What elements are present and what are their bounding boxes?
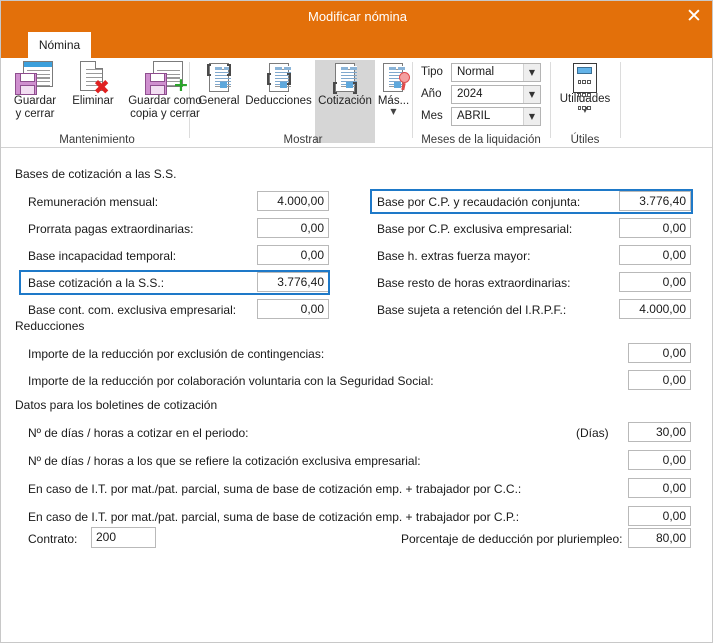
label-base-incapacidad-temporal: Base incapacidad temporal: xyxy=(28,249,176,263)
save-as-copy-icon: + xyxy=(143,61,187,95)
label-reduccion-exclusion-contingencias: Importe de la reducción por exclusión de… xyxy=(28,347,324,361)
label-dias-horas-cotizacion-exclusiva-empresarial: Nº de días / horas a los que se refiere … xyxy=(28,454,421,468)
label-base-cont-com-exclusiva-empresarial: Base cont. com. exclusiva empresarial: xyxy=(28,303,236,317)
input-base-cp-exclusiva-empresarial[interactable]: 0,00 xyxy=(619,218,691,238)
input-contrato[interactable]: 200 xyxy=(91,527,156,548)
input-base-incapacidad-temporal[interactable]: 0,00 xyxy=(257,245,329,265)
section-title-reducciones: Reducciones xyxy=(15,319,84,333)
section-title-boletines: Datos para los boletines de cotización xyxy=(15,398,217,412)
ribbon-group-label-mantenimiento: Mantenimiento xyxy=(7,134,187,146)
ribbon-group-label-utiles: Útiles xyxy=(554,134,616,146)
combo-tipo-chevron-down-icon[interactable]: ▼ xyxy=(523,64,540,81)
label-contrato: Contrato: xyxy=(28,532,77,546)
combo-tipo-value: Normal xyxy=(457,66,494,78)
ribbon: Guardar y cerrar ✖ Eliminar + Guar xyxy=(1,58,713,148)
section-title-bases: Bases de cotización a las S.S. xyxy=(15,167,176,181)
combo-ano[interactable]: 2024 ▼ xyxy=(451,85,541,104)
combo-ano-chevron-down-icon[interactable]: ▼ xyxy=(523,86,540,103)
show-mas-chevron-down-icon[interactable]: ▼ xyxy=(376,108,411,116)
input-it-mat-pat-parcial-cc[interactable]: 0,00 xyxy=(628,478,691,498)
label-base-sujeta-retencion-irpf: Base sujeta a retención del I.R.P.F.: xyxy=(377,303,566,317)
input-base-h-extras-fuerza-mayor[interactable]: 0,00 xyxy=(619,245,691,265)
label-it-mat-pat-parcial-cp: En caso de I.T. por mat./pat. parcial, s… xyxy=(28,510,519,524)
label-dias-horas-cotizar-periodo: Nº de días / horas a cotizar en el perio… xyxy=(28,426,249,440)
ribbon-group-label-meses: Meses de la liquidación xyxy=(417,134,545,146)
save-and-close-label-line1: Guardar xyxy=(7,95,63,108)
input-reduccion-exclusion-contingencias[interactable]: 0,00 xyxy=(628,343,691,363)
show-general-button[interactable]: General xyxy=(196,63,242,108)
combo-mes-chevron-down-icon[interactable]: ▼ xyxy=(523,108,540,125)
save-as-copy-label-line1: Guardar como xyxy=(123,95,207,108)
input-base-cont-com-exclusiva-empresarial[interactable]: 0,00 xyxy=(257,299,329,319)
label-base-resto-horas-extraordinarias: Base resto de horas extraordinarias: xyxy=(377,276,570,290)
label-prorrata-pagas-extraordinarias: Prorrata pagas extraordinarias: xyxy=(28,222,193,236)
show-general-label: General xyxy=(196,95,242,108)
calculator-icon xyxy=(573,63,597,93)
save-as-copy-label-line2: copia y cerrar xyxy=(123,108,207,121)
form-body: Bases de cotización a las S.S. Remunerac… xyxy=(1,148,713,643)
input-base-sujeta-retencion-irpf[interactable]: 4.000,00 xyxy=(619,299,691,319)
save-and-close-label-line2: y cerrar xyxy=(7,108,63,121)
tab-nomina[interactable]: Nómina xyxy=(28,32,91,58)
ribbon-separator-4 xyxy=(620,62,621,138)
input-reduccion-colaboracion-voluntaria[interactable]: 0,00 xyxy=(628,370,691,390)
input-base-cp-recaudacion-conjunta[interactable]: 3.776,40 xyxy=(619,191,691,211)
input-dias-horas-cotizacion-exclusiva-empresarial[interactable]: 0,00 xyxy=(628,450,691,470)
input-pluriempleo[interactable]: 80,00 xyxy=(628,528,691,548)
label-it-mat-pat-parcial-cc: En caso de I.T. por mat./pat. parcial, s… xyxy=(28,482,521,496)
save-and-close-icon xyxy=(13,61,57,95)
ribbon-separator-2 xyxy=(412,62,413,138)
combo-ano-value: 2024 xyxy=(457,88,483,100)
window-title: Modificar nómina xyxy=(1,1,713,32)
label-base-cp-exclusiva-empresarial: Base por C.P. exclusiva empresarial: xyxy=(377,222,572,236)
combo-label-tipo: Tipo xyxy=(421,66,443,78)
combo-tipo[interactable]: Normal ▼ xyxy=(451,63,541,82)
unit-dias: (Días) xyxy=(576,426,609,440)
show-deducciones-label: Deducciones xyxy=(242,95,315,108)
show-deducciones-button[interactable]: Deducciones xyxy=(242,63,315,108)
label-reduccion-colaboracion-voluntaria: Importe de la reducción por colaboración… xyxy=(28,374,434,388)
utilidades-button[interactable]: Utilidades ▼ xyxy=(554,63,616,114)
input-prorrata-pagas-extraordinarias[interactable]: 0,00 xyxy=(257,218,329,238)
combo-label-ano: Año xyxy=(421,88,441,100)
modificar-nomina-window: Modificar nómina ✕ Nómina Guardar y cerr… xyxy=(0,0,713,643)
report-general-icon xyxy=(206,63,232,95)
save-and-close-button[interactable]: Guardar y cerrar xyxy=(7,61,63,121)
report-deductions-icon xyxy=(266,63,292,95)
delete-button[interactable]: ✖ Eliminar xyxy=(64,61,122,108)
input-base-cotizacion-ss[interactable]: 3.776,40 xyxy=(257,272,329,292)
show-cotizacion-label: Cotización xyxy=(315,95,375,108)
label-base-cp-recaudacion-conjunta: Base por C.P. y recaudación conjunta: xyxy=(377,195,580,209)
combo-mes[interactable]: ABRIL ▼ xyxy=(451,107,541,126)
label-pluriempleo: Porcentaje de deducción por pluriempleo: xyxy=(401,532,622,546)
combo-mes-value: ABRIL xyxy=(457,110,490,122)
label-base-cotizacion-ss: Base cotización a la S.S.: xyxy=(28,276,164,290)
title-bar: Modificar nómina ✕ xyxy=(1,1,713,32)
input-base-resto-horas-extraordinarias[interactable]: 0,00 xyxy=(619,272,691,292)
combo-label-mes: Mes xyxy=(421,110,443,122)
ribbon-separator-3 xyxy=(550,62,551,138)
input-remuneracion-mensual[interactable]: 4.000,00 xyxy=(257,191,329,211)
report-contribution-icon xyxy=(332,63,358,95)
tab-strip: Nómina xyxy=(1,32,713,58)
show-mas-button[interactable]: Más... ▼ xyxy=(376,63,411,116)
input-it-mat-pat-parcial-cp[interactable]: 0,00 xyxy=(628,506,691,526)
report-more-seal-icon xyxy=(380,63,408,95)
save-as-copy-and-close-button[interactable]: + Guardar como copia y cerrar xyxy=(123,61,207,121)
close-icon[interactable]: ✕ xyxy=(680,3,708,29)
input-dias-horas-cotizar-periodo[interactable]: 30,00 xyxy=(628,422,691,442)
label-remuneracion-mensual: Remuneración mensual: xyxy=(28,195,158,209)
delete-icon: ✖ xyxy=(78,61,108,95)
show-cotizacion-button[interactable]: Cotización xyxy=(315,60,375,143)
ribbon-group-label-mostrar: Mostrar xyxy=(196,134,410,146)
label-base-h-extras-fuerza-mayor: Base h. extras fuerza mayor: xyxy=(377,249,530,263)
